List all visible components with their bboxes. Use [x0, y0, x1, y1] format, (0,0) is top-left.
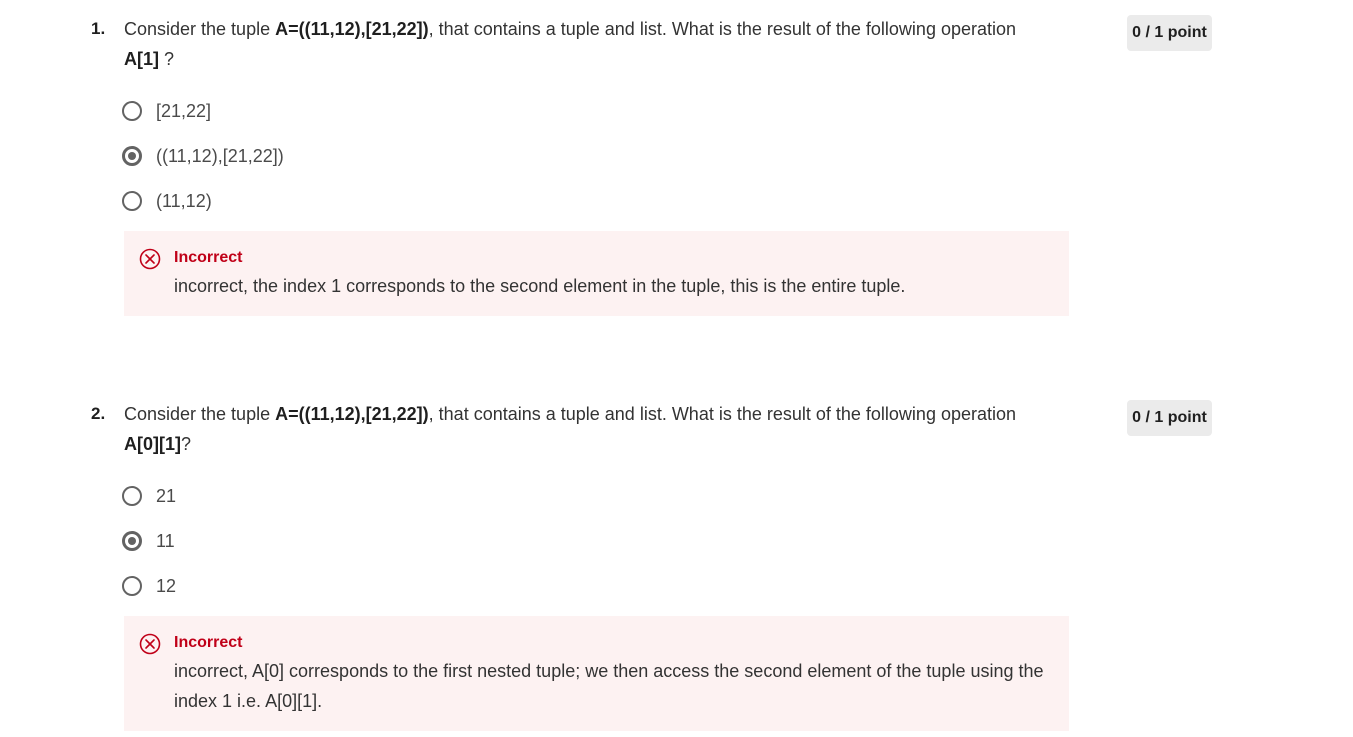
tuple-definition: A=((11,12),[21,22]): [275, 19, 429, 39]
feedback-panel: Incorrect incorrect, the index 1 corresp…: [124, 231, 1069, 316]
feedback-text: incorrect, A[0] corresponds to the first…: [174, 661, 1044, 711]
close-circle-icon: [139, 248, 161, 270]
radio-button-checked-icon[interactable]: [122, 531, 142, 551]
option-label: 21: [156, 485, 177, 506]
option-label: ((11,12),[21,22]): [156, 145, 284, 166]
option-radio[interactable]: (11,12): [122, 186, 212, 216]
operation-code: A[0][1]: [124, 434, 181, 454]
radio-button-icon[interactable]: [122, 101, 142, 121]
radio-button-icon[interactable]: [122, 486, 142, 506]
feedback-panel: Incorrect incorrect, A[0] corresponds to…: [124, 616, 1069, 731]
option-radio-selected[interactable]: 11: [122, 526, 175, 556]
option-radio-selected[interactable]: ((11,12),[21,22]): [122, 141, 284, 171]
feedback-text: incorrect, the index 1 corresponds to th…: [174, 276, 906, 296]
option-label: 12: [156, 575, 177, 596]
radio-button-checked-icon[interactable]: [122, 146, 142, 166]
operation-suffix: ?: [159, 49, 175, 69]
option-label: [21,22]: [156, 100, 212, 121]
question-text-pre: Consider the tuple: [124, 404, 276, 424]
option-label: (11,12): [156, 190, 212, 211]
question-number: 1.: [91, 19, 106, 38]
close-circle-icon: [139, 633, 161, 655]
question-text-pre: Consider the tuple: [124, 19, 276, 39]
radio-button-icon[interactable]: [122, 191, 142, 211]
option-radio[interactable]: [21,22]: [122, 96, 211, 126]
question-text-post: , that contains a tuple and list. What i…: [428, 19, 1017, 39]
points-badge: 0 / 1 point: [1127, 15, 1212, 51]
option-radio[interactable]: 12: [122, 571, 176, 601]
feedback-status: Incorrect: [174, 249, 243, 266]
operation-code: A[1]: [124, 49, 159, 69]
question-number: 2.: [91, 404, 106, 423]
option-radio[interactable]: 21: [122, 481, 176, 511]
operation-suffix: ?: [181, 434, 192, 454]
question-text: Consider the tuple A=((11,12),[21,22]), …: [124, 399, 1069, 459]
radio-button-icon[interactable]: [122, 576, 142, 596]
question-text-post: , that contains a tuple and list. What i…: [428, 404, 1017, 424]
question-text: Consider the tuple A=((11,12),[21,22]), …: [124, 14, 1069, 74]
points-badge: 0 / 1 point: [1127, 400, 1212, 436]
option-label: 11: [156, 530, 175, 551]
tuple-definition: A=((11,12),[21,22]): [275, 404, 429, 424]
feedback-status: Incorrect: [174, 634, 243, 651]
